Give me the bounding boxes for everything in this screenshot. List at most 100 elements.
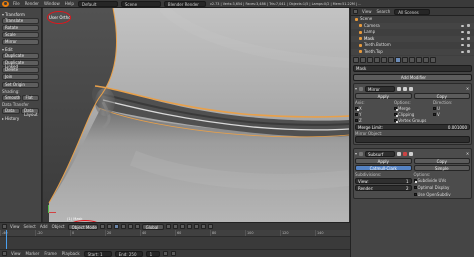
- axis-z-checkbox[interactable]: Z: [355, 118, 392, 123]
- visibility-eye-icon[interactable]: [461, 37, 464, 40]
- material-tab-icon[interactable]: [409, 57, 415, 63]
- render-toggle-icon[interactable]: [409, 151, 413, 156]
- menu-view[interactable]: View: [9, 224, 21, 229]
- duplicate-linked-button[interactable]: Duplicate Linked: [2, 60, 39, 69]
- transform-panel-header[interactable]: Transform: [2, 12, 39, 17]
- direction-v-checkbox[interactable]: V: [433, 112, 470, 117]
- expand-triangle-icon[interactable]: [355, 152, 357, 155]
- render-camera-icon[interactable]: [467, 24, 470, 27]
- modifiers-tab-icon[interactable]: [395, 57, 401, 63]
- layer-icon[interactable]: [179, 224, 185, 229]
- object-name-field[interactable]: Mask: [353, 65, 472, 72]
- texture-tab-icon[interactable]: [416, 57, 422, 63]
- orientation-select[interactable]: Global: [141, 223, 164, 230]
- mode-select[interactable]: Object Mode: [67, 223, 98, 230]
- menu-file[interactable]: File: [12, 1, 21, 6]
- menu-marker[interactable]: Marker: [25, 251, 41, 256]
- delete-button[interactable]: Delete: [2, 67, 39, 73]
- layer-icon[interactable]: [165, 224, 171, 229]
- menu-frame[interactable]: Frame: [43, 251, 57, 256]
- layer-icon[interactable]: [172, 224, 178, 229]
- timeline[interactable]: -40 -20 0 20 40 60 80 100 120 140 View M…: [0, 230, 350, 257]
- mirror-object-field[interactable]: [355, 136, 470, 143]
- mirror-button[interactable]: Mirror: [2, 39, 39, 45]
- scale-manipulator-icon[interactable]: [134, 224, 140, 229]
- data-layout-button[interactable]: Data Layout: [21, 108, 39, 117]
- subdivide-uvs-checkbox[interactable]: Subdivide UVs: [413, 178, 471, 183]
- timeline-ruler[interactable]: -40 -20 0 20 40 60 80 100 120 140: [0, 230, 350, 237]
- menu-help[interactable]: Help: [64, 1, 75, 6]
- lock-icon[interactable]: [193, 224, 199, 229]
- expand-triangle-icon[interactable]: [355, 87, 357, 90]
- mirror-copy-button[interactable]: Copy: [413, 93, 470, 99]
- editor-type-icon[interactable]: [2, 224, 7, 229]
- translate-manipulator-icon[interactable]: [120, 224, 126, 229]
- direction-u-checkbox[interactable]: U: [433, 106, 470, 111]
- subsurf-modifier-name[interactable]: Subsurf: [365, 150, 395, 157]
- merge-limit-slider[interactable]: Merge Limit: 0.001000: [355, 124, 470, 130]
- blender-logo-icon[interactable]: [2, 0, 9, 7]
- scene-select[interactable]: Scene: [120, 0, 161, 7]
- snap-icon[interactable]: [200, 224, 206, 229]
- menu-playback[interactable]: Playback: [61, 251, 81, 256]
- render-levels-slider[interactable]: Render: 2: [355, 185, 412, 191]
- subsurf-copy-button[interactable]: Copy: [413, 158, 470, 164]
- shading-solid-icon[interactable]: [99, 224, 105, 229]
- menu-object[interactable]: Object: [51, 224, 66, 229]
- edit-mode-toggle-icon[interactable]: [403, 151, 407, 156]
- close-icon[interactable]: ✕: [465, 151, 470, 156]
- rotate-manipulator-icon[interactable]: [127, 224, 133, 229]
- outliner-row[interactable]: Teeth.Top: [351, 48, 474, 55]
- edit-mode-toggle-icon[interactable]: [397, 86, 401, 91]
- visibility-eye-icon[interactable]: [461, 24, 464, 27]
- pivot-icon[interactable]: [106, 224, 112, 229]
- visibility-eye-icon[interactable]: [461, 50, 464, 53]
- view-levels-slider[interactable]: View: 1: [355, 178, 412, 184]
- viewport-toggle-icon[interactable]: [403, 86, 407, 91]
- merge-checkbox[interactable]: Merge: [394, 106, 431, 111]
- mirror-modifier-name[interactable]: Mirror: [365, 85, 395, 92]
- axis-x-checkbox[interactable]: X: [355, 106, 392, 111]
- screen-layout-select[interactable]: Default: [77, 0, 118, 7]
- render-camera-icon[interactable]: [467, 43, 470, 47]
- menu-search[interactable]: Search: [376, 9, 392, 14]
- catmull-clark-button[interactable]: Catmull-Clark: [355, 165, 412, 171]
- menu-select[interactable]: Select: [23, 224, 37, 229]
- current-frame-field[interactable]: 1: [145, 250, 160, 257]
- visibility-eye-icon[interactable]: [461, 44, 464, 46]
- duplicate-button[interactable]: Duplicate: [2, 53, 39, 59]
- end-frame-field[interactable]: End: 250: [114, 250, 143, 257]
- render-icon[interactable]: [207, 224, 213, 229]
- constraints-tab-icon[interactable]: [388, 57, 394, 63]
- editor-type-icon[interactable]: [2, 251, 7, 256]
- layers-tab-icon[interactable]: [360, 57, 366, 63]
- menu-window[interactable]: Window: [43, 1, 61, 6]
- menu-view[interactable]: View: [361, 9, 373, 14]
- 3d-viewport[interactable]: User Ortho (1) Mask: [43, 8, 349, 222]
- render-camera-icon[interactable]: [467, 50, 470, 53]
- render-tab-icon[interactable]: [353, 57, 359, 63]
- vertex-groups-checkbox[interactable]: Vertex Groups: [394, 118, 431, 123]
- data-button[interactable]: Data: [2, 108, 20, 114]
- editor-type-icon[interactable]: [353, 9, 358, 14]
- axis-y-checkbox[interactable]: Y: [355, 112, 392, 117]
- menu-view[interactable]: View: [10, 251, 22, 256]
- edit-panel-header[interactable]: Edit: [2, 47, 39, 52]
- use-opensubdiv-checkbox[interactable]: Use OpenSubdiv: [413, 192, 471, 197]
- optimal-display-checkbox[interactable]: Optimal Display: [413, 185, 471, 190]
- scene-tab-icon[interactable]: [367, 57, 373, 63]
- viewport-toggle-icon[interactable]: [397, 151, 401, 156]
- object-tab-icon[interactable]: [381, 57, 387, 63]
- clipping-checkbox[interactable]: Clipping: [394, 112, 431, 117]
- particles-tab-icon[interactable]: [423, 57, 429, 63]
- current-frame-cursor[interactable]: [6, 230, 7, 249]
- render-toggle-icon[interactable]: [409, 86, 413, 91]
- render-engine-select[interactable]: Blender Render: [163, 0, 206, 7]
- simple-button[interactable]: Simple: [413, 165, 470, 171]
- subsurf-apply-button[interactable]: Apply: [355, 158, 412, 164]
- mirror-apply-button[interactable]: Apply: [355, 93, 412, 99]
- start-frame-field[interactable]: Start: 1: [83, 250, 112, 257]
- menu-add[interactable]: Add: [39, 224, 49, 229]
- play-icon[interactable]: [162, 251, 168, 256]
- layer-icon[interactable]: [186, 224, 192, 229]
